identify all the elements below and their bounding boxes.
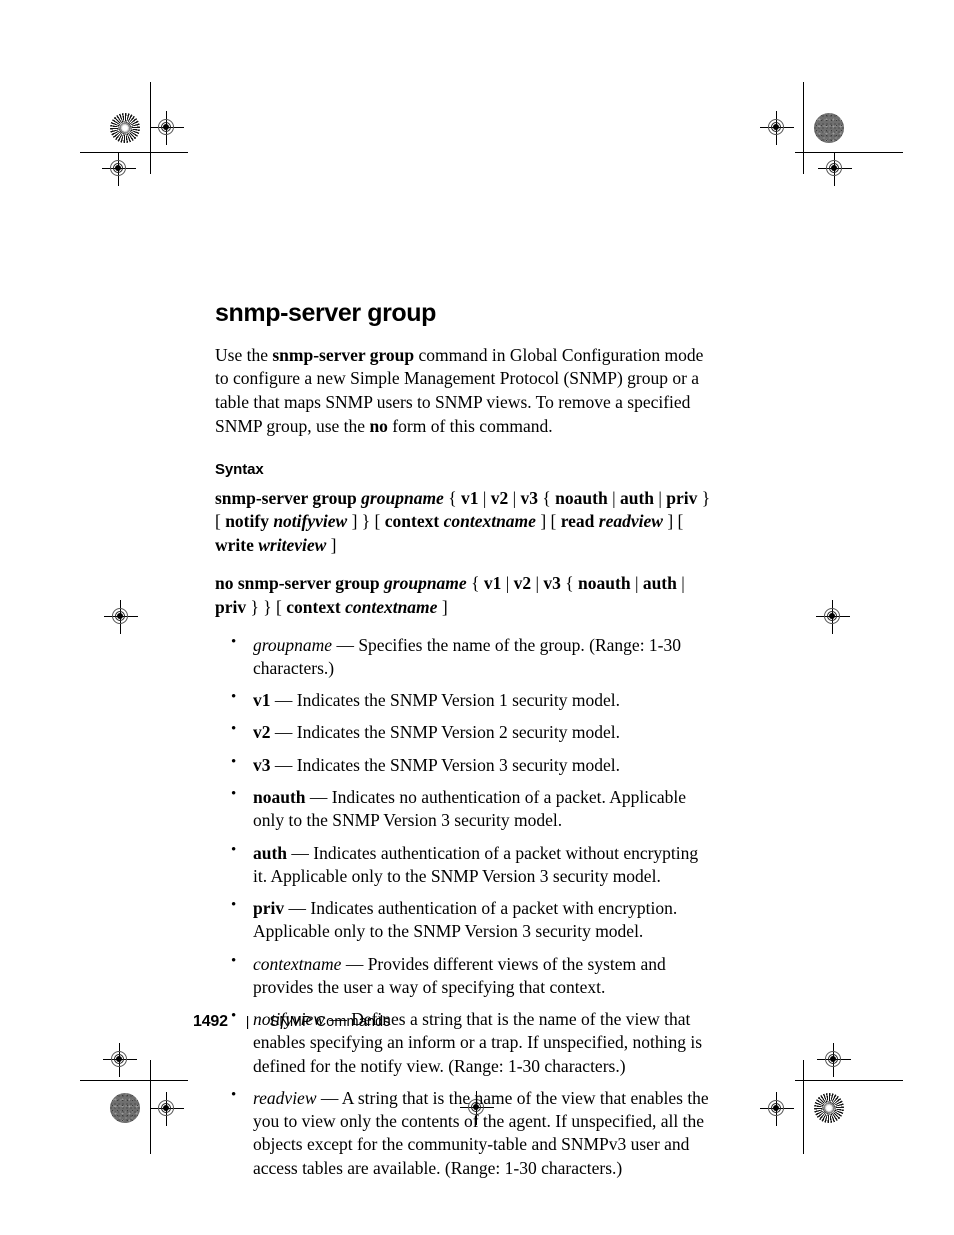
parameter-term: v2 <box>253 722 271 743</box>
registration-crosshair-bottom-right-lower <box>760 1092 794 1126</box>
parameter-description: — Indicates authentication of a packet w… <box>253 898 678 942</box>
section-heading-syntax: Syntax <box>215 460 264 478</box>
footer-page-number: 1492 <box>193 1013 228 1030</box>
registration-crosshair-bottom-left-lower <box>150 1092 184 1126</box>
list-item: readview — A string that is the name of … <box>215 1086 715 1180</box>
parameter-term: contextname <box>253 953 342 974</box>
registration-crosshair-top-right-inner <box>760 111 794 145</box>
printed-manual-page: snmp-server group Use the snmp-server gr… <box>0 0 954 1235</box>
syntax-line: snmp-server group groupname { v1 | v2 | … <box>215 487 711 556</box>
registration-crosshair-bottom-left-upper <box>103 1043 137 1077</box>
list-item: auth — Indicates authentication of a pac… <box>215 841 715 889</box>
parameter-description: — Indicates the SNMP Version 1 security … <box>270 690 620 711</box>
intro-paragraph: Use the snmp-server group command in Glo… <box>215 344 704 436</box>
parameter-list: groupname — Specifies the name of the gr… <box>215 633 715 1180</box>
registration-crosshair-left-middle <box>104 600 138 634</box>
parameter-term: groupname <box>253 634 333 655</box>
page-title: snmp-server group <box>215 299 437 327</box>
halftone-star-target-bottom-right <box>814 1093 844 1123</box>
list-item: v1 — Indicates the SNMP Version 1 securi… <box>215 688 715 712</box>
parameter-description: — A string that is the name of the view … <box>253 1087 709 1178</box>
list-item: groupname — Specifies the name of the gr… <box>215 633 715 681</box>
halftone-density-target-bottom-left <box>110 1093 140 1123</box>
parameter-term: v3 <box>253 754 271 775</box>
parameter-description: — Indicates no authentication of a packe… <box>253 787 687 831</box>
parameter-term: v1 <box>253 690 271 711</box>
parameter-term: auth <box>253 842 288 863</box>
registration-crosshair-bottom-right-upper <box>817 1043 851 1077</box>
registration-crosshair-top-left-inner <box>150 111 184 145</box>
parameter-description: — Indicates the SNMP Version 2 security … <box>270 722 620 743</box>
syntax-line: no snmp-server group groupname { v1 | v2… <box>215 573 685 617</box>
registration-crosshair-right-middle <box>816 600 850 634</box>
parameter-term: priv <box>253 898 285 919</box>
parameter-description: — Indicates the SNMP Version 3 security … <box>270 754 620 775</box>
parameter-description: — Indicates authentication of a packet w… <box>253 842 699 886</box>
halftone-density-target-top-right <box>814 113 844 143</box>
footer-section-name: SNMP Commands <box>269 1014 391 1030</box>
crop-line-bottom-right-horizontal <box>795 1080 903 1081</box>
crop-line-top-right-vertical <box>803 82 804 174</box>
parameter-term: readview <box>253 1087 317 1108</box>
list-item: v2 — Indicates the SNMP Version 2 securi… <box>215 720 715 744</box>
parameter-term: noauth <box>253 787 306 807</box>
list-item: v3 — Indicates the SNMP Version 3 securi… <box>215 753 715 777</box>
crop-line-bottom-right-vertical <box>803 1060 804 1154</box>
list-item: noauth — Indicates no authentication of … <box>215 785 715 833</box>
list-item: contextname — Provides different views o… <box>215 952 715 1000</box>
halftone-star-target-top-left <box>110 113 140 143</box>
list-item: priv — Indicates authentication of a pac… <box>215 896 715 944</box>
crop-line-bottom-left-horizontal <box>80 1080 188 1081</box>
page-content: snmp-server group Use the snmp-server gr… <box>215 299 715 1189</box>
registration-crosshair-top-left-outer <box>102 152 136 186</box>
footer-separator: | <box>245 1013 250 1029</box>
page-footer: 1492 | SNMP Commands <box>193 1013 391 1031</box>
registration-crosshair-top-right-outer <box>818 152 852 186</box>
